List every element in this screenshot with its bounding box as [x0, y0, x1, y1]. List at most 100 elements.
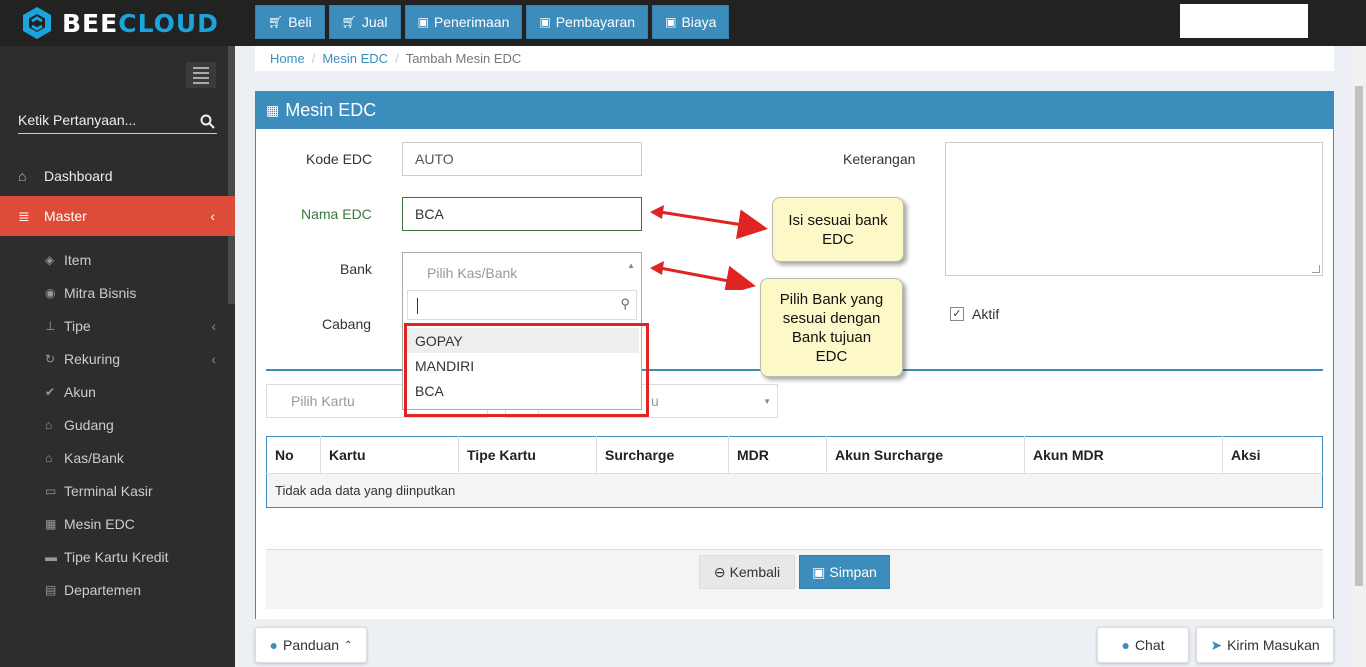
- chat-icon: ●: [1121, 637, 1130, 653]
- breadcrumb-home-link[interactable]: Home: [270, 51, 305, 66]
- sidebar-item-rekuring[interactable]: ↻ Rekuring ‹: [45, 345, 220, 373]
- building-icon: ▤: [45, 583, 57, 597]
- feedback-button[interactable]: ➤ Kirim Masukan: [1196, 627, 1334, 663]
- column-header: Tipe Kartu: [458, 436, 597, 474]
- chevron-down-icon: ▼: [763, 396, 771, 406]
- cart-icon: 🛒︎: [341, 15, 357, 29]
- column-header: Akun Surcharge: [826, 436, 1025, 474]
- sidebar-item-label: Mitra Bisnis: [64, 285, 137, 301]
- calculator-icon: ▦: [45, 517, 57, 531]
- aktif-checkbox[interactable]: ✓: [950, 307, 964, 321]
- sidebar-item-akun[interactable]: ✔ Akun: [45, 378, 220, 406]
- save-button[interactable]: ▣ Simpan: [799, 555, 890, 589]
- page-title: Mesin EDC: [285, 100, 377, 120]
- column-header: No: [266, 436, 321, 474]
- nav-penerimaan-button[interactable]: ▣ Penerimaan: [404, 5, 523, 39]
- top-nav: 🛒︎ Beli 🛒︎ Jual ▣ Penerimaan ▣ Pembayaran ▣ B…: [255, 5, 730, 39]
- sidebar-item-item[interactable]: ◈ Item: [45, 246, 220, 274]
- question-circle-icon: ●: [269, 637, 278, 653]
- nav-penerimaan-label: Penerimaan: [433, 14, 510, 30]
- sidebar-item-label: Rekuring: [64, 351, 121, 367]
- breadcrumb: Home / Mesin EDC / Tambah Mesin EDC: [255, 46, 1334, 71]
- guide-button[interactable]: ● Panduan ⌃: [255, 627, 367, 663]
- chevron-left-icon: ‹: [210, 208, 215, 224]
- user-area[interactable]: [1180, 4, 1308, 38]
- nav-beli-label: Beli: [288, 14, 312, 30]
- users-icon: ◉: [45, 286, 56, 300]
- resize-grip[interactable]: [1312, 265, 1320, 273]
- sidebar-item-gudang[interactable]: ⌂ Gudang: [45, 411, 220, 439]
- nama-edc-value: BCA: [415, 206, 444, 222]
- sidebar-item-label: Master: [44, 208, 87, 224]
- keterangan-textarea[interactable]: [945, 142, 1323, 276]
- sidebar: Ketik Pertanyaan... ⌂ Dashboard ≣ Master ‹…: [0, 46, 235, 667]
- sidebar-item-master[interactable]: ≣ Master ‹: [0, 196, 235, 236]
- nav-pembayaran-label: Pembayaran: [555, 14, 636, 30]
- credit-card-icon: ▬: [45, 550, 57, 564]
- desktop-icon: ▭: [45, 484, 57, 498]
- sidebar-item-label: Gudang: [64, 417, 114, 433]
- sidebar-item-terminal-kasir[interactable]: ▭ Terminal Kasir: [45, 477, 220, 505]
- nama-edc-label: Nama EDC: [301, 206, 372, 222]
- page-scrollbar-thumb[interactable]: [1355, 86, 1363, 586]
- save-button-label: Simpan: [829, 564, 877, 580]
- nav-jual-button[interactable]: 🛒︎ Jual: [328, 5, 401, 39]
- brand-part-bee: BEE: [62, 8, 119, 38]
- sidebar-item-mitra-bisnis[interactable]: ◉ Mitra Bisnis: [45, 279, 220, 307]
- table-header-row: No Kartu Tipe Kartu Surcharge MDR Akun S…: [266, 436, 1323, 474]
- panel-header: ▦ Mesin EDC: [256, 92, 1333, 129]
- breadcrumb-separator: /: [311, 51, 316, 66]
- pilih-kartu-placeholder: Pilih Kartu: [291, 393, 355, 409]
- money-icon: ▣: [539, 15, 551, 29]
- money-icon: ▣: [665, 15, 677, 29]
- chevron-left-icon: ‹: [211, 318, 216, 334]
- breadcrumb-parent-link[interactable]: Mesin EDC: [322, 51, 388, 66]
- chevron-up-icon: ▲: [627, 261, 635, 270]
- column-header: Surcharge: [596, 436, 729, 474]
- keterangan-label: Keterangan: [843, 151, 916, 167]
- chat-button[interactable]: ● Chat: [1097, 627, 1189, 663]
- callout-bank: Pilih Bank yang sesuai dengan Bank tujua…: [760, 278, 903, 377]
- sidebar-item-kas-bank[interactable]: ⌂ Kas/Bank: [45, 444, 220, 472]
- nav-biaya-label: Biaya: [681, 14, 717, 30]
- chevron-left-icon: ‹: [211, 351, 216, 367]
- nav-biaya-button[interactable]: ▣ Biaya: [652, 5, 730, 39]
- sidebar-item-departemen[interactable]: ▤ Departemen: [45, 576, 220, 604]
- cabang-label: Cabang: [322, 316, 372, 332]
- refresh-icon: ↻: [45, 352, 56, 366]
- nav-beli-button[interactable]: 🛒︎ Beli: [255, 5, 325, 39]
- brand-logo[interactable]: BEECLOUD: [20, 5, 219, 41]
- back-button-label: Kembali: [729, 564, 781, 580]
- top-bar: BEECLOUD 🛒︎ Beli 🛒︎ Jual ▣ Penerimaan ▣ Pemb…: [0, 0, 1366, 46]
- kode-edc-field[interactable]: AUTO: [402, 142, 642, 176]
- callout-text: Pilih Bank yang sesuai dengan Bank tujua…: [779, 290, 884, 365]
- empty-table-message: Tidak ada data yang diinputkan: [266, 473, 1323, 508]
- money-icon: ▣: [417, 15, 429, 29]
- sidebar-item-dashboard[interactable]: ⌂ Dashboard: [0, 156, 235, 196]
- column-header: Akun MDR: [1024, 436, 1223, 474]
- sidebar-item-label: Kas/Bank: [64, 450, 124, 466]
- sidebar-item-tipe[interactable]: ⊥ Tipe ‹: [45, 312, 220, 340]
- tipe-kartu-placeholder: u: [651, 393, 659, 409]
- page-scrollbar[interactable]: [1352, 46, 1366, 667]
- kode-edc-value: AUTO: [415, 151, 454, 167]
- chevron-up-icon: ⌃: [344, 639, 353, 651]
- sidebar-item-mesin-edc[interactable]: ▦ Mesin EDC: [45, 510, 220, 538]
- nav-jual-label: Jual: [361, 14, 388, 30]
- sidebar-search-input[interactable]: Ketik Pertanyaan...: [18, 110, 217, 134]
- beecloud-logo-icon: [23, 7, 51, 39]
- menu-toggle-button[interactable]: [186, 62, 216, 88]
- edc-card-table: No Kartu Tipe Kartu Surcharge MDR Akun S…: [266, 436, 1323, 508]
- bank-dropdown-search-input[interactable]: ⚲: [407, 290, 637, 320]
- nav-pembayaran-button[interactable]: ▣ Pembayaran: [526, 5, 649, 39]
- annotation-arrows: [650, 205, 768, 290]
- back-button[interactable]: ⊖ Kembali: [699, 555, 795, 589]
- sidebar-item-label: Tipe: [64, 318, 91, 334]
- feedback-button-label: Kirim Masukan: [1227, 637, 1320, 653]
- search-icon[interactable]: [200, 114, 215, 129]
- sidebar-item-label: Dashboard: [44, 168, 113, 184]
- nama-edc-field[interactable]: BCA: [402, 197, 642, 231]
- breadcrumb-separator: /: [395, 51, 399, 66]
- sidebar-item-tipe-kartu-kredit[interactable]: ▬ Tipe Kartu Kredit: [45, 543, 220, 571]
- sidebar-item-label: Akun: [64, 384, 96, 400]
